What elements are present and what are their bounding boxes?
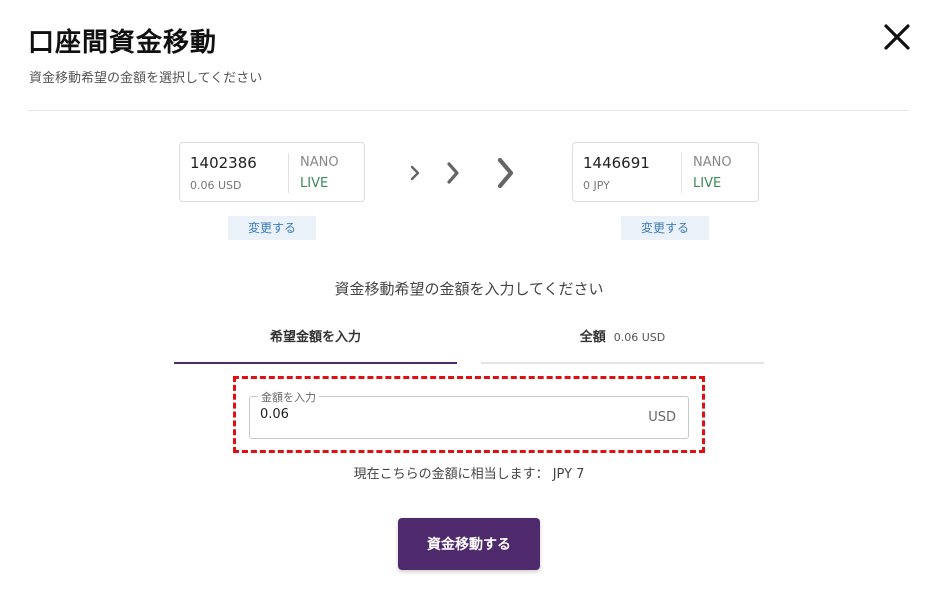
header-divider — [28, 110, 909, 111]
chevron-right-icon — [497, 157, 514, 189]
tab-custom-amount[interactable]: 希望金額を入力 — [174, 320, 457, 364]
chevron-right-icon — [410, 165, 420, 181]
amount-input[interactable] — [260, 407, 620, 422]
from-account-type: NANO — [300, 155, 339, 170]
transfer-button[interactable]: 資金移動する — [398, 518, 540, 570]
change-to-account-button[interactable]: 変更する — [621, 216, 709, 240]
page-title: 口座間資金移動 — [28, 28, 218, 58]
amount-instruction: 資金移動希望の金額を入力してください — [334, 280, 604, 298]
to-account-type: NANO — [693, 155, 732, 170]
from-account-number: 1402386 — [190, 154, 257, 172]
amount-field-label: 金額を入力 — [258, 389, 319, 405]
close-icon[interactable] — [880, 20, 914, 54]
to-account-status: LIVE — [693, 176, 722, 191]
chevron-right-icon — [447, 162, 459, 184]
to-account-card: 1446691 0 JPY NANO LIVE — [572, 142, 759, 202]
page-subtitle: 資金移動希望の金額を選択してください — [29, 71, 263, 86]
card-separator — [288, 153, 289, 193]
amount-unit: USD — [648, 410, 676, 425]
from-account-status: LIVE — [300, 176, 329, 191]
from-account-balance: 0.06 USD — [190, 179, 242, 192]
tab-amount: 0.06 USD — [613, 331, 666, 344]
change-from-account-button[interactable]: 変更する — [228, 216, 316, 240]
to-account-number: 1446691 — [583, 154, 650, 172]
to-account-balance: 0 JPY — [583, 179, 610, 192]
tab-label: 全額 — [579, 330, 606, 345]
from-account-card: 1402386 0.06 USD NANO LIVE — [179, 142, 365, 202]
amount-field[interactable]: 金額を入力 USD — [249, 389, 689, 439]
tab-full-amount[interactable]: 全額 0.06 USD — [481, 320, 764, 364]
card-separator — [681, 153, 682, 193]
equivalent-amount: 現在こちらの金額に相当します： JPY 7 — [353, 467, 585, 482]
tab-label: 希望金額を入力 — [269, 330, 361, 345]
